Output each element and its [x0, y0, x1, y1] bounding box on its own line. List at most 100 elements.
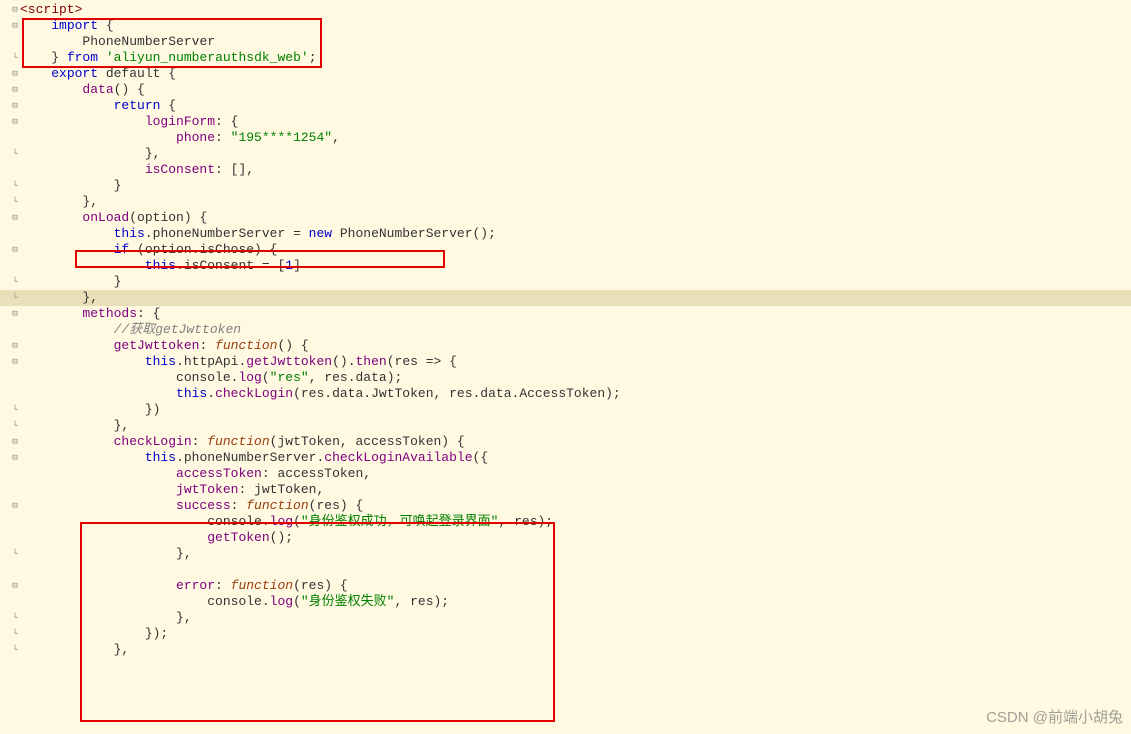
- code-token: log: [238, 370, 261, 385]
- fold-icon[interactable]: ⊟: [10, 452, 20, 465]
- code-token: ;: [309, 50, 317, 65]
- code-token: from: [67, 50, 98, 65]
- code-token: 1: [285, 258, 293, 273]
- code-token: ,: [332, 130, 340, 145]
- code-token: (res.data.JwtToken, res.data.AccessToken…: [293, 386, 621, 401]
- code-token: log: [270, 514, 293, 529]
- code-token: (res => {: [387, 354, 457, 369]
- fold-end-icon: └: [10, 644, 20, 657]
- code-token: loginForm: [145, 114, 215, 129]
- code-token: this: [145, 354, 176, 369]
- code-token: ().: [332, 354, 355, 369]
- code-token: }: [114, 178, 122, 193]
- code-token: error: [176, 578, 215, 593]
- code-token: .phoneNumberServer.: [176, 450, 324, 465]
- code-token: },: [82, 194, 98, 209]
- code-token: {: [160, 98, 176, 113]
- code-token: new: [309, 226, 332, 241]
- code-token: {: [98, 18, 114, 33]
- code-token: }: [114, 274, 122, 289]
- fold-icon[interactable]: ⊟: [10, 436, 20, 449]
- fold-icon[interactable]: ⊟: [10, 20, 20, 33]
- code-token: "res": [270, 370, 309, 385]
- code-token: (: [293, 514, 301, 529]
- code-token: function: [231, 578, 293, 593]
- code-token: <script>: [20, 2, 82, 17]
- code-token: getJwttoken: [246, 354, 332, 369]
- code-comment: //获取getJwttoken: [114, 322, 241, 337]
- code-token: , res);: [394, 594, 449, 609]
- code-token: methods: [82, 306, 137, 321]
- fold-icon[interactable]: ⊟: [10, 84, 20, 97]
- fold-end-icon: └: [10, 180, 20, 193]
- code-token: getToken: [207, 530, 269, 545]
- code-token: },: [114, 418, 130, 433]
- code-token: (res) {: [309, 498, 364, 513]
- code-token: : {: [215, 114, 238, 129]
- fold-end-icon: └: [10, 420, 20, 433]
- code-token: },: [176, 546, 192, 561]
- fold-icon[interactable]: ⊟: [10, 100, 20, 113]
- code-token: "身份鉴权失败": [301, 594, 395, 609]
- code-token: .: [207, 386, 215, 401]
- code-token: () {: [114, 82, 145, 97]
- code-token: log: [270, 594, 293, 609]
- fold-end-icon: └: [10, 196, 20, 209]
- fold-icon[interactable]: ⊟: [10, 212, 20, 225]
- code-token: checkLoginAvailable: [324, 450, 472, 465]
- code-token: :: [215, 578, 231, 593]
- code-token: function: [246, 498, 308, 513]
- code-token: () {: [277, 338, 308, 353]
- code-token: jwtToken: [176, 482, 238, 497]
- code-token: PhoneNumberServer: [82, 34, 215, 49]
- code-token: ();: [270, 530, 293, 545]
- fold-icon[interactable]: ⊟: [10, 4, 20, 17]
- fold-end-icon: └: [10, 276, 20, 289]
- code-token: , res);: [498, 514, 553, 529]
- code-token: : {: [137, 306, 160, 321]
- fold-icon[interactable]: ⊟: [10, 356, 20, 369]
- code-token: import: [51, 18, 98, 33]
- fold-icon[interactable]: ⊟: [10, 116, 20, 129]
- code-token: .httpApi.: [176, 354, 246, 369]
- code-token: },: [82, 290, 98, 305]
- code-token: (: [262, 370, 270, 385]
- code-token: checkLogin: [114, 434, 192, 449]
- code-token: this: [114, 226, 145, 241]
- fold-end-icon: └: [10, 628, 20, 641]
- code-token: return: [114, 98, 161, 113]
- code-editor[interactable]: ⊟<script> ⊟ import { PhoneNumberServer └…: [0, 0, 1131, 658]
- code-token: "身份鉴权成功，可唤起登录界面": [301, 514, 499, 529]
- code-token: , res.data);: [309, 370, 403, 385]
- code-token: phone: [176, 130, 215, 145]
- code-token: 'aliyun_numberauthsdk_web': [98, 50, 309, 65]
- code-token: .isConsent = [: [176, 258, 285, 273]
- fold-icon[interactable]: ⊟: [10, 68, 20, 81]
- fold-end-icon: └: [10, 548, 20, 561]
- fold-end-icon: └: [10, 292, 20, 305]
- code-token: },: [176, 610, 192, 625]
- current-line: └ },: [0, 290, 1131, 306]
- code-token: getJwttoken: [114, 338, 200, 353]
- code-token: (jwtToken, accessToken) {: [270, 434, 465, 449]
- code-token: (: [293, 594, 301, 609]
- code-token: : [],: [215, 162, 254, 177]
- code-token: ]: [293, 258, 301, 273]
- fold-icon[interactable]: ⊟: [10, 500, 20, 513]
- code-token: :: [231, 498, 247, 513]
- code-token: console.: [176, 370, 238, 385]
- code-token: this: [145, 258, 176, 273]
- code-token: this: [145, 450, 176, 465]
- code-token: : jwtToken,: [238, 482, 324, 497]
- code-token: (res) {: [293, 578, 348, 593]
- fold-icon[interactable]: ⊟: [10, 340, 20, 353]
- code-token: }: [51, 50, 67, 65]
- fold-icon[interactable]: ⊟: [10, 580, 20, 593]
- code-token: :: [215, 130, 231, 145]
- code-token: isConsent: [145, 162, 215, 177]
- code-token: },: [145, 146, 161, 161]
- fold-icon[interactable]: ⊟: [10, 308, 20, 321]
- code-token: (option.isChose) {: [129, 242, 277, 257]
- fold-icon[interactable]: ⊟: [10, 244, 20, 257]
- code-token: PhoneNumberServer();: [332, 226, 496, 241]
